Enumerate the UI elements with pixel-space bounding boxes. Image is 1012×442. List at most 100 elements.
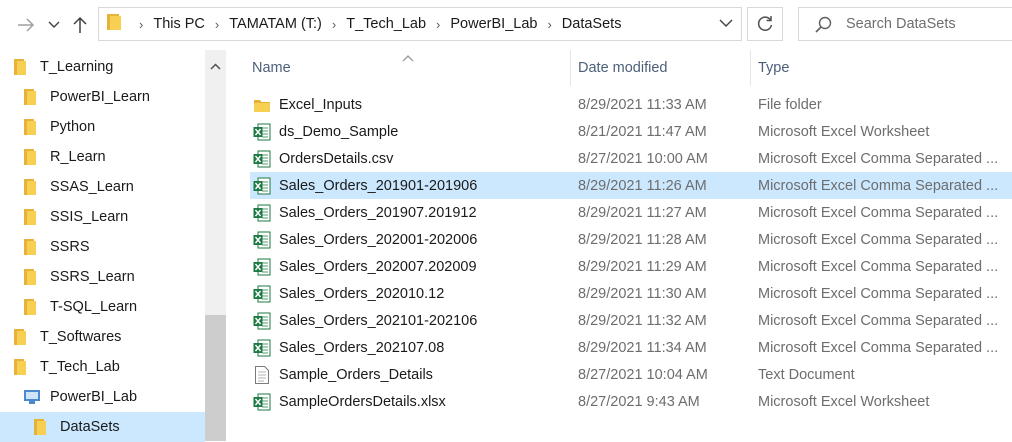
folder-icon xyxy=(24,269,40,285)
folder-icon xyxy=(24,89,40,105)
nav-item[interactable]: SSAS_Learn xyxy=(0,172,205,202)
chevron-right-icon[interactable]: › xyxy=(215,17,219,32)
nav-item[interactable]: PowerBI_Lab xyxy=(0,382,205,412)
scrollbar-thumb[interactable] xyxy=(205,315,226,441)
text-document-icon xyxy=(253,365,271,384)
nav-item[interactable]: PowerBI_Learn xyxy=(0,82,205,112)
file-name-cell[interactable]: Sales_Orders_202010.12 xyxy=(253,280,571,307)
address-toolbar: › This PC › TAMATAM (T:) › T_Tech_Lab › PowerBI… xyxy=(0,0,1012,50)
file-name-cell[interactable]: Sales_Orders_201901-201906 xyxy=(253,172,571,199)
nav-item[interactable]: DataSets xyxy=(0,412,205,442)
file-name-cell[interactable]: Sales_Orders_201907.201912 xyxy=(253,199,571,226)
up-button[interactable] xyxy=(68,12,92,38)
folder-icon xyxy=(24,299,40,315)
file-name: Sales_Orders_202010.12 xyxy=(279,285,445,302)
table-row[interactable]: Sample_Orders_Details 8/27/2021 10:04 AM T… xyxy=(250,361,1012,388)
folder-icon xyxy=(24,239,40,255)
file-type-cell: Microsoft Excel Comma Separated ... xyxy=(758,231,999,248)
excel-icon xyxy=(253,204,271,222)
table-row[interactable]: Sales_Orders_202107.08 8/29/2021 11:34 AM… xyxy=(250,334,1012,361)
table-row[interactable]: Sales_Orders_202101-202106 8/29/2021 11:3… xyxy=(250,307,1012,334)
breadcrumb-item[interactable]: › TAMATAM (T:) xyxy=(205,16,322,32)
column-header-type-label: Type xyxy=(758,60,790,76)
file-name-cell[interactable]: Sample_Orders_Details xyxy=(253,361,571,388)
file-name-cell[interactable]: Sales_Orders_202001-202006 xyxy=(253,226,571,253)
breadcrumb-item[interactable]: › This PC xyxy=(129,16,205,32)
excel-icon xyxy=(253,339,271,357)
nav-item-label: SSRS xyxy=(50,239,90,255)
refresh-button[interactable] xyxy=(747,7,783,41)
column-header-name-label: Name xyxy=(252,60,291,76)
file-name-cell[interactable]: ds_Demo_Sample xyxy=(253,118,571,145)
address-bar[interactable]: › This PC › TAMATAM (T:) › T_Tech_Lab › PowerBI… xyxy=(98,7,742,41)
nav-item[interactable]: T-SQL_Learn xyxy=(0,292,205,322)
table-row[interactable]: Sales_Orders_201901-201906 8/29/2021 11:2… xyxy=(250,172,1012,199)
folder-icon xyxy=(14,359,30,375)
nav-item[interactable]: SSRS_Learn xyxy=(0,262,205,292)
nav-item[interactable]: Python xyxy=(0,112,205,142)
address-dropdown-icon[interactable] xyxy=(719,16,733,32)
folder-icon xyxy=(14,329,30,345)
nav-item-label: SSRS_Learn xyxy=(50,269,135,285)
excel-icon xyxy=(253,393,271,411)
table-row[interactable]: Sales_Orders_201907.201912 8/29/2021 11:2… xyxy=(250,199,1012,226)
table-row[interactable]: OrdersDetails.csv 8/27/2021 10:00 AM Micro… xyxy=(250,145,1012,172)
nav-item[interactable]: R_Learn xyxy=(0,142,205,172)
table-row[interactable]: Excel_Inputs 8/29/2021 11:33 AM File folde… xyxy=(250,91,1012,118)
column-header-type[interactable]: Type xyxy=(758,50,998,86)
nav-item-label: T_Tech_Lab xyxy=(40,359,120,375)
table-row[interactable]: SampleOrdersDetails.xlsx 8/27/2021 9:43 A… xyxy=(250,388,1012,415)
breadcrumb-label: TAMATAM (T:) xyxy=(229,16,322,32)
date-modified-cell: 8/27/2021 10:00 AM xyxy=(578,150,708,167)
nav-item[interactable]: SSRS xyxy=(0,232,205,262)
column-header-date[interactable]: Date modified xyxy=(578,50,748,86)
nav-item-label: T-SQL_Learn xyxy=(50,299,138,315)
table-row[interactable]: Sales_Orders_202001-202006 8/29/2021 11:2… xyxy=(250,226,1012,253)
file-name-cell[interactable]: Sales_Orders_202007.202009 xyxy=(253,253,571,280)
table-row[interactable]: Sales_Orders_202010.12 8/29/2021 11:30 AM… xyxy=(250,280,1012,307)
column-divider[interactable] xyxy=(570,50,571,86)
nav-item[interactable]: T_Learning xyxy=(0,52,205,82)
date-modified-cell: 8/29/2021 11:26 AM xyxy=(578,177,707,194)
chevron-right-icon[interactable]: › xyxy=(547,17,551,32)
table-row[interactable]: Sales_Orders_202007.202009 8/29/2021 11:2… xyxy=(250,253,1012,280)
breadcrumb-item[interactable]: › T_Tech_Lab xyxy=(322,16,426,32)
excel-icon xyxy=(253,150,271,168)
file-type-cell: Microsoft Excel Worksheet xyxy=(758,123,930,140)
file-name: Sales_Orders_202001-202006 xyxy=(279,231,478,248)
file-name-cell[interactable]: Sales_Orders_202101-202106 xyxy=(253,307,571,334)
chevron-right-icon[interactable]: › xyxy=(332,17,336,32)
nav-scrollbar[interactable] xyxy=(205,50,226,441)
file-name-cell[interactable]: OrdersDetails.csv xyxy=(253,145,571,172)
forward-button[interactable] xyxy=(14,12,38,38)
file-name-cell[interactable]: Excel_Inputs xyxy=(253,91,571,118)
file-name: Excel_Inputs xyxy=(279,96,363,113)
column-divider[interactable] xyxy=(750,50,751,86)
file-name-cell[interactable]: Sales_Orders_202107.08 xyxy=(253,334,571,361)
sort-ascending-icon xyxy=(402,50,414,66)
recent-locations-button[interactable] xyxy=(42,12,66,38)
breadcrumb-item[interactable]: › DataSets xyxy=(537,16,621,32)
forward-arrow-icon xyxy=(18,18,35,32)
file-name: SampleOrdersDetails.xlsx xyxy=(279,393,446,410)
chevron-right-icon[interactable]: › xyxy=(436,17,440,32)
file-type-cell: Microsoft Excel Comma Separated ... xyxy=(758,339,999,356)
nav-item[interactable]: T_Softwares xyxy=(0,322,205,352)
search-box[interactable] xyxy=(798,7,1012,41)
date-modified-cell: 8/29/2021 11:32 AM xyxy=(578,312,707,329)
breadcrumb-item[interactable]: › PowerBI_Lab xyxy=(426,16,537,32)
folder-icon xyxy=(24,149,40,165)
nav-item-label: T_Softwares xyxy=(40,329,122,345)
search-input[interactable] xyxy=(846,16,996,32)
nav-item[interactable]: T_Tech_Lab xyxy=(0,352,205,382)
chevron-down-icon xyxy=(48,21,60,28)
folder-icon xyxy=(107,14,121,34)
scroll-up-icon[interactable] xyxy=(210,58,221,74)
excel-icon xyxy=(253,285,271,303)
file-name-cell[interactable]: SampleOrdersDetails.xlsx xyxy=(253,388,571,415)
folder-icon xyxy=(24,179,40,195)
chevron-right-icon[interactable]: › xyxy=(139,17,143,32)
nav-item[interactable]: SSIS_Learn xyxy=(0,202,205,232)
folder-icon xyxy=(24,209,40,225)
table-row[interactable]: ds_Demo_Sample 8/21/2021 11:47 AM Microsof… xyxy=(250,118,1012,145)
